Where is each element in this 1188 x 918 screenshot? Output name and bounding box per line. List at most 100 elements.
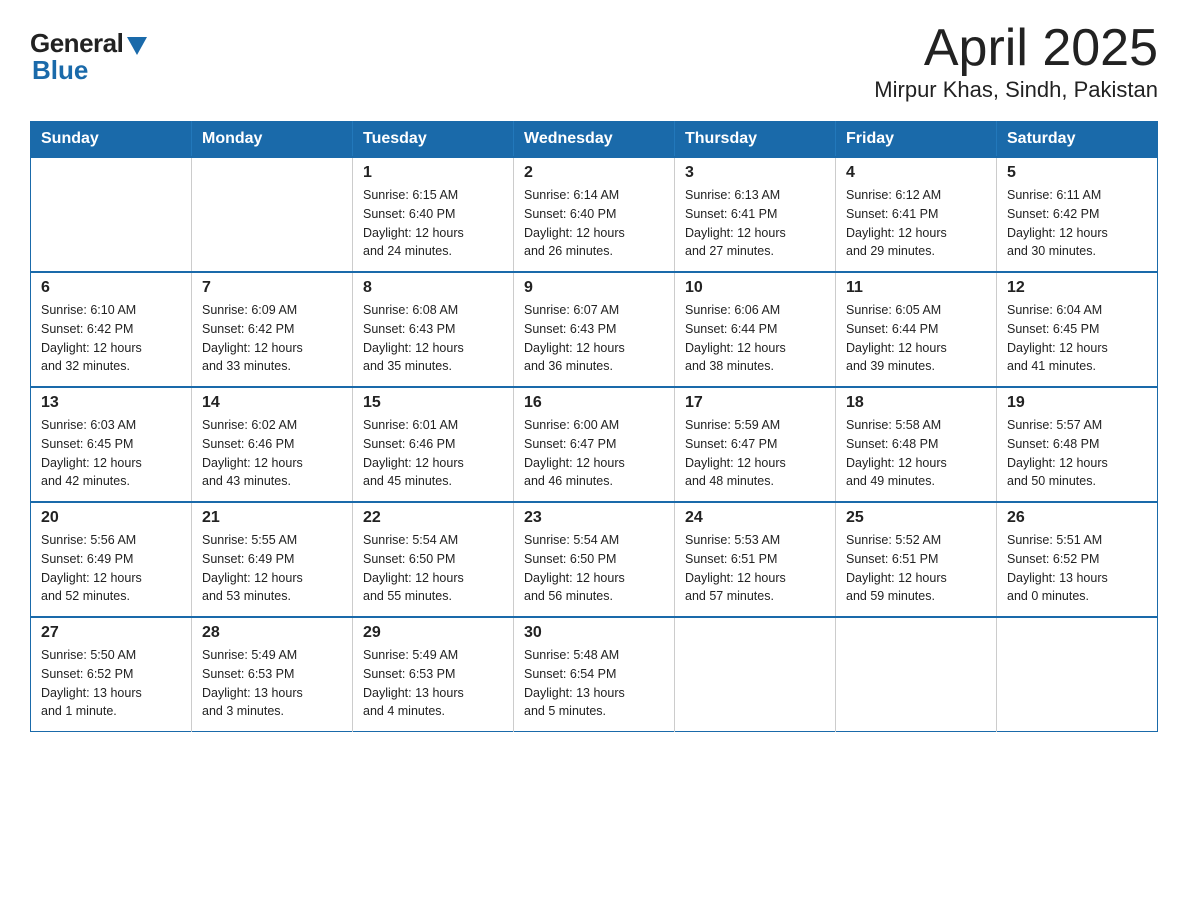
day-number: 29 bbox=[363, 624, 503, 642]
day-info: Sunrise: 6:13 AMSunset: 6:41 PMDaylight:… bbox=[685, 186, 825, 261]
day-cell: 18 Sunrise: 5:58 AMSunset: 6:48 PMDayligh… bbox=[836, 387, 997, 502]
day-number: 1 bbox=[363, 164, 503, 182]
logo-triangle-icon bbox=[127, 37, 147, 55]
day-number: 20 bbox=[41, 509, 181, 527]
day-number: 19 bbox=[1007, 394, 1147, 412]
day-cell: 22 Sunrise: 5:54 AMSunset: 6:50 PMDayligh… bbox=[353, 502, 514, 617]
week-row-2: 6 Sunrise: 6:10 AMSunset: 6:42 PMDaylight… bbox=[31, 272, 1158, 387]
header-cell-wednesday: Wednesday bbox=[514, 122, 675, 158]
day-cell bbox=[192, 157, 353, 272]
day-number: 22 bbox=[363, 509, 503, 527]
day-info: Sunrise: 5:49 AMSunset: 6:53 PMDaylight:… bbox=[202, 646, 342, 721]
page-subtitle: Mirpur Khas, Sindh, Pakistan bbox=[874, 77, 1158, 103]
day-info: Sunrise: 5:49 AMSunset: 6:53 PMDaylight:… bbox=[363, 646, 503, 721]
day-number: 6 bbox=[41, 279, 181, 297]
day-info: Sunrise: 6:04 AMSunset: 6:45 PMDaylight:… bbox=[1007, 301, 1147, 376]
day-cell: 6 Sunrise: 6:10 AMSunset: 6:42 PMDaylight… bbox=[31, 272, 192, 387]
day-info: Sunrise: 6:07 AMSunset: 6:43 PMDaylight:… bbox=[524, 301, 664, 376]
day-number: 4 bbox=[846, 164, 986, 182]
logo: General Blue bbox=[30, 20, 147, 86]
day-cell: 20 Sunrise: 5:56 AMSunset: 6:49 PMDayligh… bbox=[31, 502, 192, 617]
day-cell: 27 Sunrise: 5:50 AMSunset: 6:52 PMDayligh… bbox=[31, 617, 192, 732]
logo-blue-text: Blue bbox=[30, 55, 88, 86]
day-cell: 26 Sunrise: 5:51 AMSunset: 6:52 PMDayligh… bbox=[997, 502, 1158, 617]
header-cell-sunday: Sunday bbox=[31, 122, 192, 158]
day-cell: 8 Sunrise: 6:08 AMSunset: 6:43 PMDaylight… bbox=[353, 272, 514, 387]
day-number: 18 bbox=[846, 394, 986, 412]
day-info: Sunrise: 5:48 AMSunset: 6:54 PMDaylight:… bbox=[524, 646, 664, 721]
day-number: 9 bbox=[524, 279, 664, 297]
day-cell: 24Sunrise: 5:53 AMSunset: 6:51 PMDayligh… bbox=[675, 502, 836, 617]
day-cell: 15 Sunrise: 6:01 AMSunset: 6:46 PMDayligh… bbox=[353, 387, 514, 502]
day-number: 12 bbox=[1007, 279, 1147, 297]
day-number: 17 bbox=[685, 394, 825, 412]
day-cell: 25Sunrise: 5:52 AMSunset: 6:51 PMDayligh… bbox=[836, 502, 997, 617]
day-number: 14 bbox=[202, 394, 342, 412]
day-cell: 17 Sunrise: 5:59 AMSunset: 6:47 PMDayligh… bbox=[675, 387, 836, 502]
day-cell: 30Sunrise: 5:48 AMSunset: 6:54 PMDayligh… bbox=[514, 617, 675, 732]
day-cell bbox=[675, 617, 836, 732]
day-info: Sunrise: 5:57 AMSunset: 6:48 PMDaylight:… bbox=[1007, 416, 1147, 491]
day-cell: 9 Sunrise: 6:07 AMSunset: 6:43 PMDaylight… bbox=[514, 272, 675, 387]
day-info: Sunrise: 6:05 AMSunset: 6:44 PMDaylight:… bbox=[846, 301, 986, 376]
day-number: 26 bbox=[1007, 509, 1147, 527]
day-number: 21 bbox=[202, 509, 342, 527]
day-number: 11 bbox=[846, 279, 986, 297]
day-cell bbox=[31, 157, 192, 272]
day-info: Sunrise: 5:50 AMSunset: 6:52 PMDaylight:… bbox=[41, 646, 181, 721]
day-info: Sunrise: 5:54 AMSunset: 6:50 PMDaylight:… bbox=[363, 531, 503, 606]
day-cell: 19 Sunrise: 5:57 AMSunset: 6:48 PMDayligh… bbox=[997, 387, 1158, 502]
day-info: Sunrise: 6:03 AMSunset: 6:45 PMDaylight:… bbox=[41, 416, 181, 491]
day-cell: 28 Sunrise: 5:49 AMSunset: 6:53 PMDayligh… bbox=[192, 617, 353, 732]
day-cell: 14 Sunrise: 6:02 AMSunset: 6:46 PMDayligh… bbox=[192, 387, 353, 502]
day-cell: 29 Sunrise: 5:49 AMSunset: 6:53 PMDayligh… bbox=[353, 617, 514, 732]
day-cell bbox=[836, 617, 997, 732]
day-number: 24 bbox=[685, 509, 825, 527]
day-info: Sunrise: 5:59 AMSunset: 6:47 PMDaylight:… bbox=[685, 416, 825, 491]
day-info: Sunrise: 5:58 AMSunset: 6:48 PMDaylight:… bbox=[846, 416, 986, 491]
day-cell: 21 Sunrise: 5:55 AMSunset: 6:49 PMDayligh… bbox=[192, 502, 353, 617]
week-row-4: 20 Sunrise: 5:56 AMSunset: 6:49 PMDayligh… bbox=[31, 502, 1158, 617]
day-cell: 7 Sunrise: 6:09 AMSunset: 6:42 PMDaylight… bbox=[192, 272, 353, 387]
header-cell-thursday: Thursday bbox=[675, 122, 836, 158]
day-number: 23 bbox=[524, 509, 664, 527]
day-number: 27 bbox=[41, 624, 181, 642]
day-info: Sunrise: 6:11 AMSunset: 6:42 PMDaylight:… bbox=[1007, 186, 1147, 261]
day-number: 10 bbox=[685, 279, 825, 297]
day-info: Sunrise: 6:01 AMSunset: 6:46 PMDaylight:… bbox=[363, 416, 503, 491]
day-info: Sunrise: 5:55 AMSunset: 6:49 PMDaylight:… bbox=[202, 531, 342, 606]
day-number: 28 bbox=[202, 624, 342, 642]
day-number: 5 bbox=[1007, 164, 1147, 182]
day-info: Sunrise: 6:09 AMSunset: 6:42 PMDaylight:… bbox=[202, 301, 342, 376]
week-row-3: 13 Sunrise: 6:03 AMSunset: 6:45 PMDayligh… bbox=[31, 387, 1158, 502]
page-header: General Blue April 2025 Mirpur Khas, Sin… bbox=[30, 20, 1158, 103]
day-number: 7 bbox=[202, 279, 342, 297]
calendar-header: SundayMondayTuesdayWednesdayThursdayFrid… bbox=[31, 122, 1158, 158]
header-cell-saturday: Saturday bbox=[997, 122, 1158, 158]
week-row-5: 27 Sunrise: 5:50 AMSunset: 6:52 PMDayligh… bbox=[31, 617, 1158, 732]
day-info: Sunrise: 6:02 AMSunset: 6:46 PMDaylight:… bbox=[202, 416, 342, 491]
title-block: April 2025 Mirpur Khas, Sindh, Pakistan bbox=[874, 20, 1158, 103]
day-info: Sunrise: 5:56 AMSunset: 6:49 PMDaylight:… bbox=[41, 531, 181, 606]
day-info: Sunrise: 5:51 AMSunset: 6:52 PMDaylight:… bbox=[1007, 531, 1147, 606]
day-cell: 12 Sunrise: 6:04 AMSunset: 6:45 PMDayligh… bbox=[997, 272, 1158, 387]
calendar-body: 1 Sunrise: 6:15 AMSunset: 6:40 PMDaylight… bbox=[31, 157, 1158, 732]
header-cell-monday: Monday bbox=[192, 122, 353, 158]
day-info: Sunrise: 6:08 AMSunset: 6:43 PMDaylight:… bbox=[363, 301, 503, 376]
day-number: 8 bbox=[363, 279, 503, 297]
day-info: Sunrise: 6:10 AMSunset: 6:42 PMDaylight:… bbox=[41, 301, 181, 376]
day-cell: 5 Sunrise: 6:11 AMSunset: 6:42 PMDaylight… bbox=[997, 157, 1158, 272]
day-cell: 23Sunrise: 5:54 AMSunset: 6:50 PMDayligh… bbox=[514, 502, 675, 617]
day-info: Sunrise: 6:12 AMSunset: 6:41 PMDaylight:… bbox=[846, 186, 986, 261]
day-info: Sunrise: 6:14 AMSunset: 6:40 PMDaylight:… bbox=[524, 186, 664, 261]
day-cell: 13 Sunrise: 6:03 AMSunset: 6:45 PMDayligh… bbox=[31, 387, 192, 502]
day-cell: 4 Sunrise: 6:12 AMSunset: 6:41 PMDaylight… bbox=[836, 157, 997, 272]
page-title: April 2025 bbox=[874, 20, 1158, 77]
day-number: 15 bbox=[363, 394, 503, 412]
day-cell: 10 Sunrise: 6:06 AMSunset: 6:44 PMDayligh… bbox=[675, 272, 836, 387]
day-info: Sunrise: 6:15 AMSunset: 6:40 PMDaylight:… bbox=[363, 186, 503, 261]
day-info: Sunrise: 6:06 AMSunset: 6:44 PMDaylight:… bbox=[685, 301, 825, 376]
day-info: Sunrise: 5:52 AMSunset: 6:51 PMDaylight:… bbox=[846, 531, 986, 606]
day-cell: 3Sunrise: 6:13 AMSunset: 6:41 PMDaylight… bbox=[675, 157, 836, 272]
day-number: 13 bbox=[41, 394, 181, 412]
